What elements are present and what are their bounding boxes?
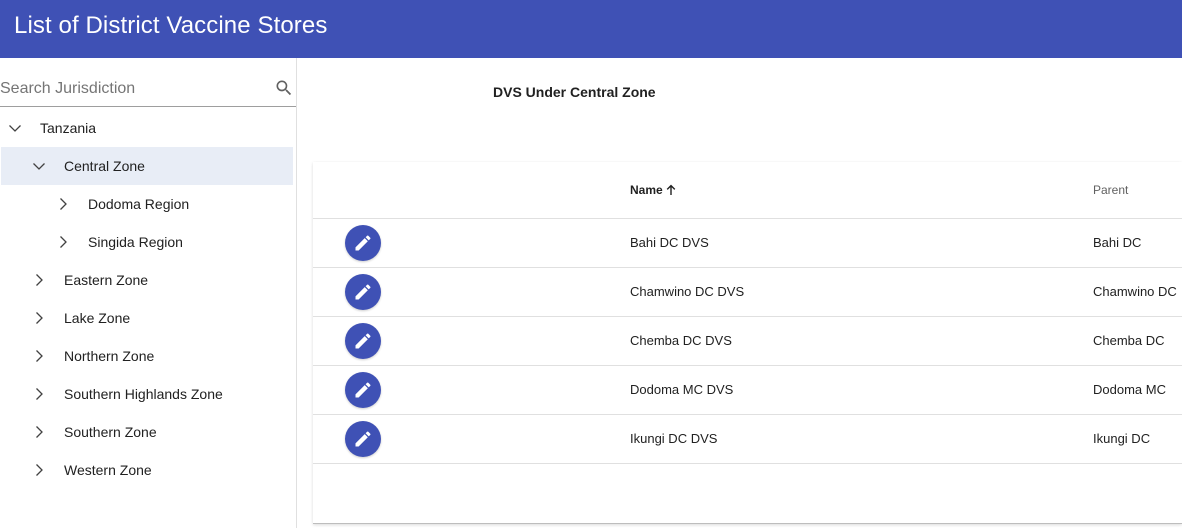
cell-parent: Ikungi DC: [1093, 431, 1151, 446]
tree-item-tanzania[interactable]: Tanzania: [0, 109, 293, 147]
table-row: Ikungi DC DVS Ikungi DC: [313, 415, 1182, 464]
tree-item-label: Singida Region: [88, 234, 183, 250]
tree-item-lake-zone[interactable]: Lake Zone: [0, 299, 293, 337]
tree-item-label: Central Zone: [64, 158, 145, 174]
pencil-icon: [355, 382, 371, 398]
edit-button[interactable]: [345, 372, 381, 408]
pencil-icon: [355, 235, 371, 251]
cell-name: Chamwino DC DVS: [630, 284, 745, 299]
cell-parent: Bahi DC: [1093, 235, 1142, 250]
tree-item-dodoma-region[interactable]: Dodoma Region: [0, 185, 293, 223]
app-bar: List of District Vaccine Stores: [0, 0, 1182, 58]
search-input[interactable]: [0, 76, 260, 102]
cell-name: Chemba DC DVS: [630, 333, 732, 348]
tree-item-label: Eastern Zone: [64, 272, 149, 288]
search-box: [0, 74, 296, 107]
app-title: List of District Vaccine Stores: [14, 12, 328, 39]
tree-item-label: Southern Zone: [64, 424, 157, 440]
tree-item-southern-highlands-zone[interactable]: Southern Highlands Zone: [0, 375, 293, 413]
page-title: DVS Under Central Zone: [493, 84, 656, 100]
chevron-right-icon[interactable]: [31, 462, 47, 478]
edit-button[interactable]: [345, 421, 381, 457]
column-header-label: Name: [630, 183, 663, 197]
edit-button[interactable]: [345, 323, 381, 359]
dvs-table: Name Parent Bahi DC DVS Bahi DC Chamwino…: [313, 162, 1182, 524]
pencil-icon: [355, 333, 371, 349]
cell-parent: Dodoma MC: [1093, 382, 1166, 397]
tree-item-label: Southern Highlands Zone: [64, 386, 223, 402]
chevron-right-icon[interactable]: [31, 310, 47, 326]
table-row: Chamwino DC DVS Chamwino DC: [313, 268, 1182, 317]
tree-item-label: Lake Zone: [64, 310, 131, 326]
tree-item-label: Western Zone: [64, 462, 152, 478]
tree-item-western-zone[interactable]: Western Zone: [0, 451, 293, 489]
chevron-right-icon[interactable]: [55, 196, 71, 212]
chevron-right-icon[interactable]: [31, 272, 47, 288]
table-row: Chemba DC DVS Chemba DC: [313, 317, 1182, 366]
pencil-icon: [355, 284, 371, 300]
cell-name: Ikungi DC DVS: [630, 431, 718, 446]
cell-name: Bahi DC DVS: [630, 235, 709, 250]
edit-button[interactable]: [345, 225, 381, 261]
table-header: Name Parent: [313, 162, 1182, 219]
tree-item-singida-region[interactable]: Singida Region: [0, 223, 293, 261]
tree-item-eastern-zone[interactable]: Eastern Zone: [0, 261, 293, 299]
edit-button[interactable]: [345, 274, 381, 310]
chevron-right-icon[interactable]: [31, 348, 47, 364]
search-icon[interactable]: [274, 78, 294, 98]
column-header-parent[interactable]: Parent: [1093, 183, 1128, 197]
tree-item-label: Northern Zone: [64, 348, 155, 364]
tree-item-central-zone[interactable]: Central Zone: [1, 147, 293, 185]
sidebar: Tanzania Central Zone Dodoma Region Sing…: [0, 58, 297, 528]
chevron-right-icon[interactable]: [31, 424, 47, 440]
column-header-name[interactable]: Name: [630, 183, 677, 197]
chevron-right-icon[interactable]: [55, 234, 71, 250]
tree-item-label: Dodoma Region: [88, 196, 190, 212]
tree-item-northern-zone[interactable]: Northern Zone: [0, 337, 293, 375]
tree-item-southern-zone[interactable]: Southern Zone: [0, 413, 293, 451]
tree-item-label: Tanzania: [40, 120, 97, 136]
table-row: Bahi DC DVS Bahi DC: [313, 219, 1182, 268]
cell-parent: Chemba DC: [1093, 333, 1165, 348]
table-row: Dodoma MC DVS Dodoma MC: [313, 366, 1182, 415]
chevron-down-icon[interactable]: [7, 120, 23, 136]
cell-name: Dodoma MC DVS: [630, 382, 734, 397]
cell-parent: Chamwino DC: [1093, 284, 1177, 299]
chevron-right-icon[interactable]: [31, 386, 47, 402]
chevron-down-icon[interactable]: [31, 158, 47, 174]
arrow-up-icon: [665, 184, 677, 196]
pencil-icon: [355, 431, 371, 447]
